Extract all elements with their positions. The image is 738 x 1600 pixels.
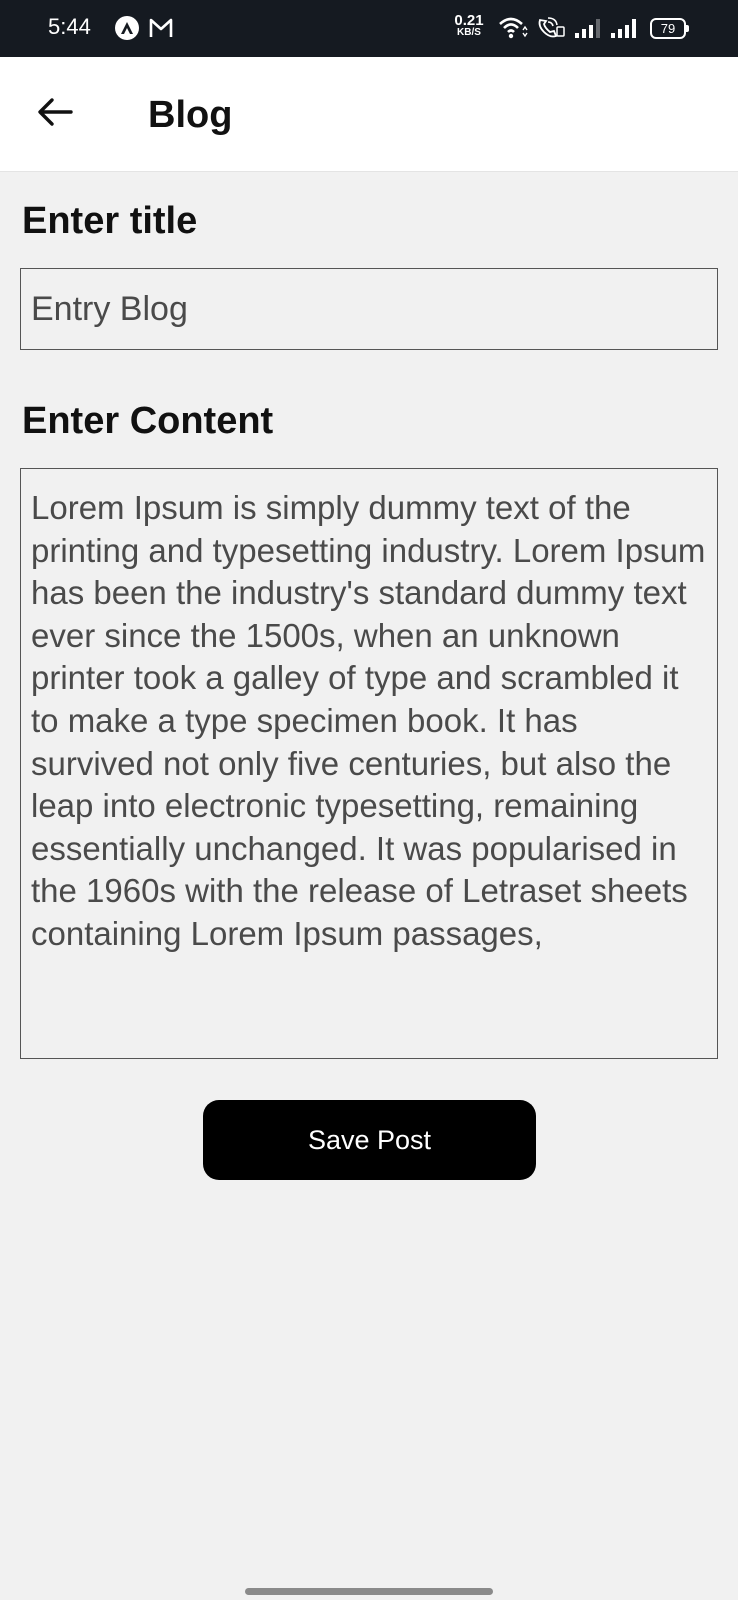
network-speed: 0.21 KB/S <box>454 12 484 38</box>
app-bar: Blog <box>0 57 738 172</box>
battery-indicator: 79 <box>650 18 689 39</box>
page-title: Blog <box>148 94 233 136</box>
home-indicator[interactable] <box>245 1588 493 1595</box>
wifi-icon <box>498 16 528 45</box>
gmail-icon <box>149 17 173 44</box>
wifi-call-icon <box>536 16 566 45</box>
app-notification-icon <box>115 16 139 40</box>
signal-icon <box>574 16 602 45</box>
status-time: 5:44 <box>48 14 91 39</box>
back-button[interactable] <box>30 87 80 137</box>
save-post-button[interactable]: Save Post <box>203 1100 536 1180</box>
content-label: Enter Content <box>22 400 274 442</box>
title-label: Enter title <box>22 200 198 242</box>
arrow-left-icon <box>38 98 73 126</box>
content-input[interactable]: Lorem Ipsum is simply dummy text of the … <box>20 468 718 1059</box>
title-input[interactable]: Entry Blog <box>20 268 718 350</box>
status-bar: 5:44 0.21 KB/S 79 <box>0 0 738 57</box>
signal-icon <box>610 16 638 45</box>
